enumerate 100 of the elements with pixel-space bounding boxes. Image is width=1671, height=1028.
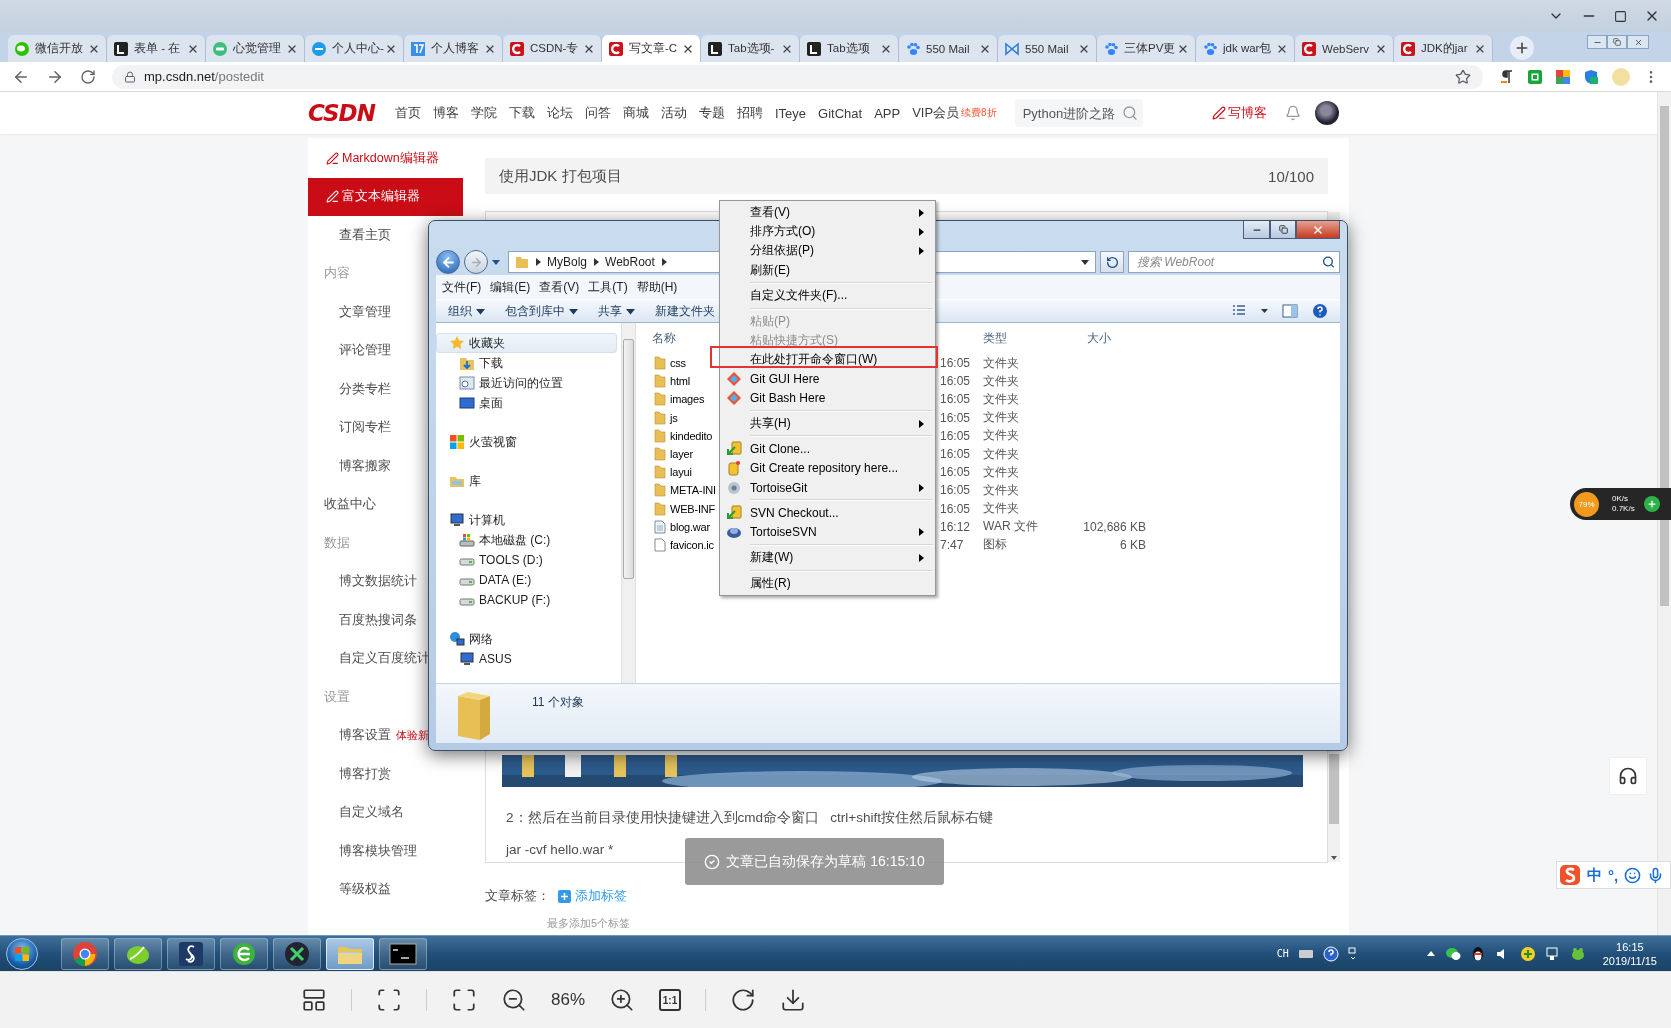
file-name[interactable]: favicon.ic bbox=[670, 538, 714, 551]
file-name[interactable]: css bbox=[670, 357, 686, 370]
nav-link[interactable]: GitChat bbox=[818, 105, 863, 121]
search-field[interactable]: 搜索 WebRoot bbox=[1128, 251, 1340, 273]
column-header[interactable]: 大小 bbox=[1080, 329, 1146, 347]
browser-tab[interactable]: 个人中心- bbox=[305, 35, 404, 62]
tree-item[interactable]: 库 bbox=[436, 471, 617, 491]
nav-link[interactable]: VIP会员 bbox=[912, 104, 960, 122]
menu-item[interactable]: 查看(V) bbox=[539, 278, 580, 296]
tree-item[interactable]: 火萤视窗 bbox=[436, 432, 617, 452]
sidebar-item[interactable]: 分类专栏 bbox=[339, 370, 391, 409]
support-button[interactable] bbox=[1609, 757, 1647, 795]
menu-item[interactable]: TortoiseGit bbox=[722, 478, 933, 498]
nav-link[interactable]: 论坛 bbox=[546, 104, 573, 122]
sidebar-item[interactable]: 博客打赏 bbox=[339, 755, 391, 794]
menu-item[interactable]: 查看(V) bbox=[722, 203, 933, 223]
chat-icon[interactable] bbox=[1444, 945, 1461, 962]
ime-logo-icon[interactable] bbox=[1559, 864, 1581, 886]
network-icon[interactable] bbox=[1544, 945, 1561, 962]
nav-link[interactable]: ITeye bbox=[774, 105, 807, 121]
tree-item[interactable]: BACKUP (F:) bbox=[436, 590, 617, 610]
menu-item[interactable]: 自定义文件夹(F)... bbox=[722, 286, 933, 306]
input-mode[interactable]: 中 bbox=[1587, 865, 1602, 885]
avatar[interactable] bbox=[1315, 101, 1339, 125]
sidebar-item[interactable]: 查看主页 bbox=[339, 216, 391, 255]
layout-button[interactable] bbox=[301, 987, 327, 1013]
nav-link[interactable]: 学院 bbox=[470, 104, 497, 122]
caret-down-icon[interactable] bbox=[492, 258, 500, 266]
menu-item[interactable]: 新建(W) bbox=[722, 548, 933, 568]
maximize-icon[interactable] bbox=[1614, 9, 1627, 23]
title-field[interactable]: 使用JDK 打包项目 10/100 bbox=[485, 158, 1328, 194]
zoom-in-button[interactable] bbox=[609, 987, 635, 1013]
caret-down-icon[interactable] bbox=[1081, 258, 1089, 266]
address-bar[interactable]: mp.csdn.net/postedit bbox=[112, 64, 1483, 89]
reload-icon[interactable] bbox=[80, 68, 96, 85]
nav-link[interactable]: 博客 bbox=[432, 104, 459, 122]
refresh-button[interactable] bbox=[1100, 251, 1124, 273]
shield-icon[interactable] bbox=[1583, 68, 1599, 85]
breadcrumb-item[interactable]: MyBolg bbox=[547, 255, 587, 269]
sidebar-item[interactable]: 百度热搜词条 bbox=[339, 601, 417, 640]
sidebar-item[interactable]: 评论管理 bbox=[339, 331, 391, 370]
taskbar-app[interactable] bbox=[326, 937, 374, 970]
sidebar-item[interactable]: 博客模块管理 bbox=[339, 832, 417, 871]
menu-item[interactable]: 文件(F) bbox=[442, 278, 482, 296]
sidebar-item[interactable]: 博客设置 体验新 bbox=[339, 716, 429, 755]
tree-item[interactable]: 计算机 bbox=[436, 510, 617, 530]
command-button[interactable]: 包含到库中 bbox=[505, 302, 578, 320]
tree-item[interactable]: 收藏夹 bbox=[436, 333, 617, 353]
pilcrow-icon[interactable] bbox=[1499, 68, 1515, 85]
browser-tab[interactable]: 三体PV更 bbox=[1097, 35, 1196, 62]
browser-tab[interactable]: 微信开放 bbox=[8, 35, 107, 62]
download-button[interactable] bbox=[780, 987, 806, 1013]
file-name[interactable]: images bbox=[670, 393, 705, 406]
caret-down-icon[interactable] bbox=[1261, 308, 1268, 314]
browser-tab[interactable]: Tab选项- bbox=[701, 35, 800, 62]
file-name[interactable]: blog.war bbox=[670, 520, 710, 533]
help-icon[interactable] bbox=[1322, 945, 1339, 962]
menu-item[interactable]: Git GUI Here bbox=[722, 369, 933, 389]
menu-item[interactable]: 共享(H) bbox=[722, 414, 933, 434]
help-icon[interactable] bbox=[1312, 303, 1328, 319]
menu-item[interactable]: 属性(R) bbox=[722, 573, 933, 594]
browser-tab[interactable]: JDK的jar bbox=[1394, 35, 1493, 62]
emoji-icon[interactable] bbox=[1624, 866, 1642, 884]
start-button[interactable] bbox=[6, 937, 38, 970]
column-header[interactable]: 类型 bbox=[983, 329, 1080, 347]
sidebar-item[interactable]: 博文数据统计 bbox=[339, 562, 417, 601]
breadcrumb-item[interactable]: WebRoot bbox=[605, 255, 655, 269]
back-button[interactable] bbox=[436, 250, 460, 274]
nav-link[interactable]: APP bbox=[874, 105, 901, 121]
command-button[interactable]: 组织 bbox=[448, 302, 485, 320]
command-button[interactable]: 共享 bbox=[598, 302, 635, 320]
tree-item[interactable]: 网络 bbox=[436, 629, 617, 649]
file-name[interactable]: js bbox=[670, 411, 678, 424]
menu-item[interactable]: SVN Checkout... bbox=[722, 503, 933, 523]
menu-item[interactable]: TortoiseSVN bbox=[722, 522, 933, 542]
file-name[interactable]: html bbox=[670, 375, 690, 388]
menu-item[interactable]: 在此处打开命令窗口(W) bbox=[722, 350, 933, 370]
close-button[interactable] bbox=[1296, 221, 1340, 239]
nav-link[interactable]: 问答 bbox=[584, 104, 611, 122]
search-field[interactable]: Python进阶之路 bbox=[1014, 99, 1143, 127]
taskbar-app[interactable] bbox=[379, 937, 427, 970]
sidebar-item[interactable]: 收益中心 bbox=[324, 485, 376, 524]
sidebar-item[interactable]: 自定义百度统计 bbox=[339, 639, 430, 678]
new-tab-button[interactable] bbox=[1510, 36, 1534, 60]
forward-button[interactable] bbox=[464, 250, 488, 274]
star-icon[interactable] bbox=[1455, 68, 1471, 85]
punctuation-mode[interactable]: °, bbox=[1608, 866, 1619, 884]
fit-button[interactable] bbox=[376, 987, 402, 1013]
scroll-down-icon[interactable] bbox=[1330, 854, 1338, 862]
tree-item[interactable]: 最近访问的位置 bbox=[436, 373, 617, 393]
actual-size-button[interactable]: 1:1 bbox=[659, 989, 681, 1011]
taskbar-app[interactable] bbox=[220, 937, 268, 970]
nav-link[interactable]: 活动 bbox=[660, 104, 687, 122]
nav-link[interactable]: 首页 bbox=[394, 104, 421, 122]
browser-tab[interactable]: 写文章-C bbox=[602, 35, 701, 62]
nav-link[interactable]: 商城 bbox=[622, 104, 649, 122]
file-name[interactable]: WEB-INF bbox=[670, 502, 716, 515]
file-name[interactable]: kindedito bbox=[670, 429, 713, 442]
tree-item[interactable]: ASUS bbox=[436, 649, 617, 669]
browser-tab[interactable]: 550 Mail bbox=[899, 35, 998, 62]
